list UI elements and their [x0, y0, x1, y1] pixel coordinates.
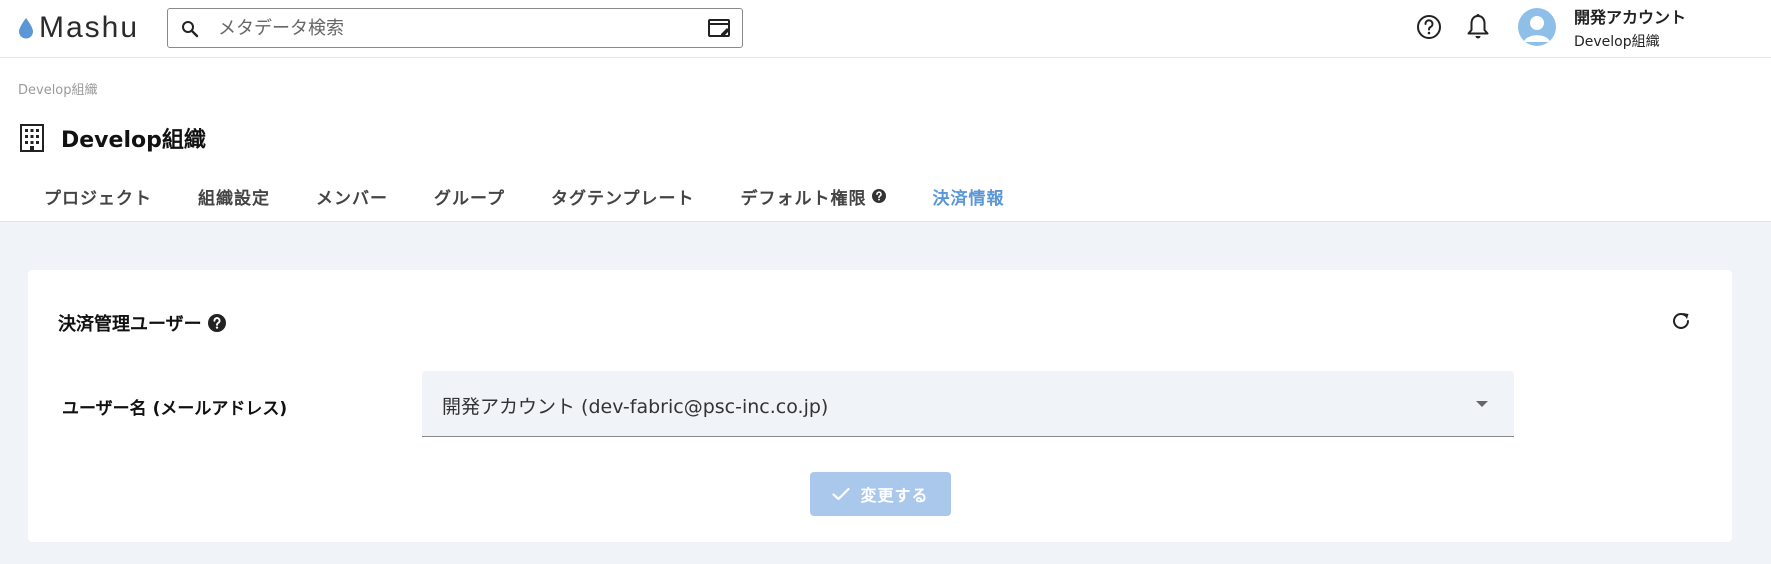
- advanced-search-icon[interactable]: [708, 17, 732, 39]
- tab-members[interactable]: メンバー: [293, 171, 411, 221]
- bell-icon[interactable]: [1465, 13, 1491, 41]
- tab-label: 決済情報: [932, 188, 1005, 209]
- account-name[interactable]: 開発アカウント: [1574, 4, 1686, 28]
- username-field-label: ユーザー名 (メールアドレス): [62, 399, 288, 419]
- search-box: [167, 8, 743, 48]
- building-icon: [20, 124, 44, 152]
- change-button-label: 変更する: [860, 486, 929, 505]
- tab-default-permissions[interactable]: デフォルト権限: [717, 171, 909, 221]
- tab-org-settings[interactable]: 組織設定: [175, 171, 293, 221]
- help-icon[interactable]: [1416, 14, 1442, 40]
- tab-label: 組織設定: [198, 188, 270, 209]
- section-title: 決済管理ユーザー: [58, 310, 226, 336]
- page-header: Develop組織 Develop組織 プロジェクト 組織設定 メンバー グルー…: [0, 58, 1771, 222]
- change-button[interactable]: 変更する: [810, 472, 951, 516]
- tab-groups[interactable]: グループ: [411, 171, 528, 221]
- help-circle-icon[interactable]: [207, 314, 226, 332]
- search-input[interactable]: [218, 9, 688, 47]
- tab-tag-templates[interactable]: タグテンプレート: [528, 171, 718, 221]
- water-drop-icon: [19, 18, 33, 39]
- help-circle-icon[interactable]: [872, 189, 887, 203]
- account-avatar-icon[interactable]: [1518, 8, 1556, 46]
- logo-text: Mashu: [39, 11, 140, 44]
- tab-label: デフォルト権限: [740, 188, 867, 209]
- check-icon: [832, 487, 851, 501]
- tab-label: プロジェクト: [44, 188, 152, 209]
- tab-projects[interactable]: プロジェクト: [21, 171, 175, 221]
- person-icon: [1524, 16, 1550, 42]
- search-icon[interactable]: [181, 20, 199, 38]
- billing-admin-card: 決済管理ユーザー ユーザー名 (メールアドレス) 開発アカウント (dev-fa…: [28, 270, 1732, 542]
- tab-label: グループ: [434, 188, 505, 209]
- refresh-icon[interactable]: [1670, 310, 1692, 332]
- tab-label: メンバー: [316, 188, 388, 209]
- logo[interactable]: Mashu: [18, 10, 139, 46]
- tab-bar: プロジェクト 組織設定 メンバー グループ タグテンプレート デフォルト権限 決…: [21, 171, 1027, 221]
- tab-billing[interactable]: 決済情報: [909, 171, 1027, 221]
- section-title-text: 決済管理ユーザー: [58, 314, 202, 335]
- top-bar: Mashu 開発アカウント Develop組織: [0, 0, 1771, 58]
- page-title: Develop組織: [61, 128, 206, 153]
- chevron-down-icon: [1476, 401, 1488, 407]
- tab-label: タグテンプレート: [550, 188, 695, 209]
- account-org: Develop組織: [1574, 34, 1660, 50]
- billing-user-select[interactable]: 開発アカウント (dev-fabric@psc-inc.co.jp): [422, 371, 1514, 437]
- breadcrumb[interactable]: Develop組織: [18, 79, 98, 98]
- selected-user: 開発アカウント (dev-fabric@psc-inc.co.jp): [442, 396, 829, 418]
